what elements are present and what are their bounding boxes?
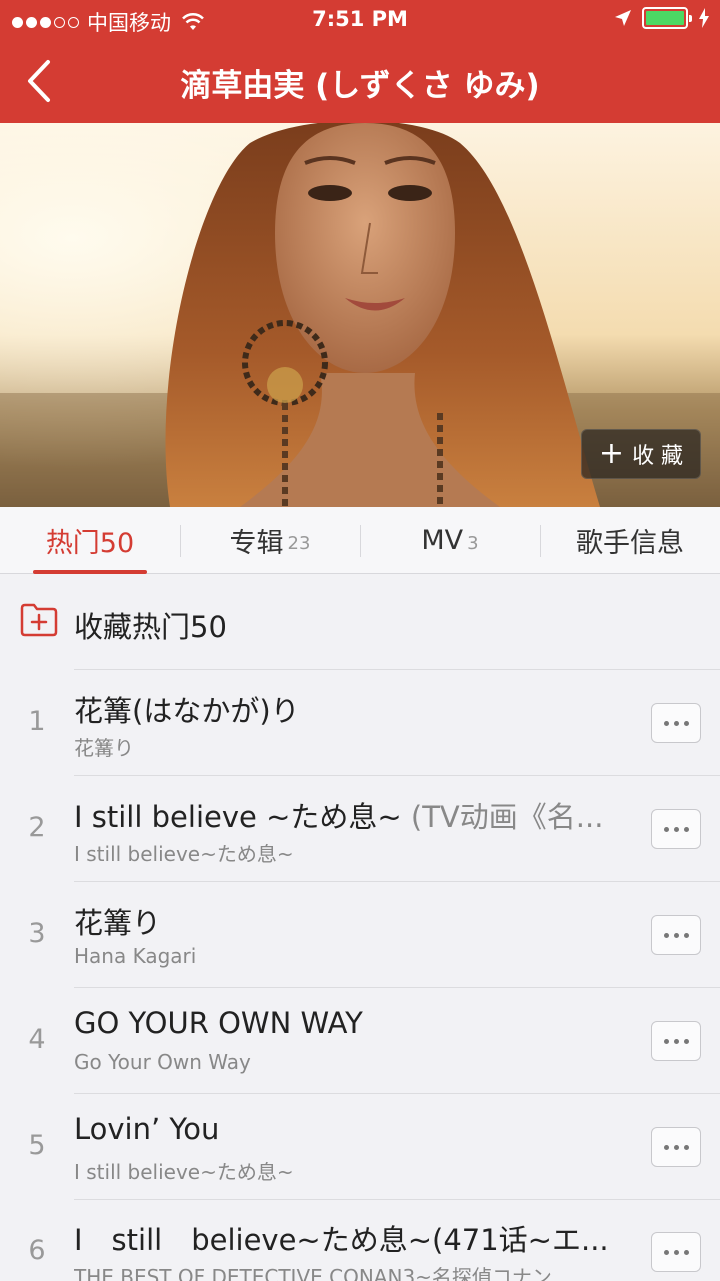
song-index: 2 <box>28 812 46 843</box>
more-options-button[interactable] <box>651 1127 701 1167</box>
tab-hot50-label: 热门50 <box>45 527 135 559</box>
song-title: 花篝(はなかが)り <box>74 694 300 728</box>
song-subtitle: 花篝り <box>74 736 134 760</box>
song-index: 3 <box>28 918 46 949</box>
song-index: 1 <box>28 706 46 737</box>
artist-photo: + 收 藏 <box>0 123 720 507</box>
song-subtitle: I still believe~ため息~ <box>74 1160 294 1184</box>
back-chevron-icon[interactable] <box>22 56 62 106</box>
tab-artist-info-label: 歌手信息 <box>576 527 684 559</box>
tab-mv-label: MV <box>421 524 464 556</box>
song-title: I still believe~ため息~(471话~エ... <box>74 1223 609 1257</box>
status-bar: 中国移动 7:51 PM <box>0 0 720 40</box>
song-index: 4 <box>28 1024 46 1055</box>
favorite-artist-label: 收 藏 <box>632 444 684 469</box>
tab-hot50[interactable]: 热门50 <box>0 507 180 574</box>
song-title: 花篝り <box>74 906 162 940</box>
favorite-artist-button[interactable]: + 收 藏 <box>581 429 701 479</box>
more-options-button[interactable] <box>651 1232 701 1272</box>
collect-hot50-label: 收藏热门50 <box>74 610 227 644</box>
song-title: Lovin’ You <box>74 1112 220 1146</box>
page-title: 滴草由実 (しずくさ ゆみ) <box>180 68 540 104</box>
battery-icon <box>642 7 692 29</box>
song-row[interactable]: 5 Lovin’ You I still believe~ため息~ <box>0 1094 720 1200</box>
wifi-icon <box>182 13 204 30</box>
add-folder-icon <box>20 603 58 637</box>
song-row[interactable]: 6 I still believe~ため息~(471话~エ... THE BES… <box>0 1199 720 1281</box>
song-subtitle: I still believe~ため息~ <box>74 842 294 866</box>
collect-hot50-row[interactable]: 收藏热门50 <box>0 574 720 670</box>
tab-mv-count: 3 <box>467 532 479 554</box>
song-row[interactable]: 3 花篝り Hana Kagari <box>0 882 720 988</box>
more-options-button[interactable] <box>651 1021 701 1061</box>
carrier-label: 中国移动 <box>87 11 171 35</box>
song-row[interactable]: 4 GO YOUR OWN WAY Go Your Own Way <box>0 988 720 1094</box>
more-options-button[interactable] <box>651 809 701 849</box>
plus-icon: + <box>598 436 625 471</box>
song-index: 5 <box>28 1130 46 1161</box>
song-subtitle: Hana Kagari <box>74 944 197 968</box>
location-arrow-icon <box>615 10 631 26</box>
tab-albums-count: 23 <box>287 532 311 554</box>
song-title: I still believe ~ため息~ (TV动画《名... <box>74 800 604 834</box>
tab-albums-label: 专辑 <box>229 527 284 559</box>
song-row[interactable]: 1 花篝(はなかが)り 花篝り <box>0 670 720 776</box>
song-subtitle: THE BEST OF DETECTIVE CONAN3~名探偵コナン... <box>74 1265 571 1281</box>
nav-bar: 滴草由実 (しずくさ ゆみ) <box>0 40 720 123</box>
song-row[interactable]: 2 I still believe ~ため息~ (TV动画《名... I sti… <box>0 776 720 882</box>
song-index: 6 <box>28 1235 46 1266</box>
tab-mv[interactable]: MV 3 <box>360 507 540 573</box>
more-options-button[interactable] <box>651 915 701 955</box>
charging-bolt-icon <box>699 8 709 28</box>
artist-tabs: 热门50 专辑 23 MV 3 歌手信息 <box>0 507 720 574</box>
song-title: GO YOUR OWN WAY <box>74 1006 363 1040</box>
signal-strength-icon <box>12 16 79 28</box>
song-subtitle: Go Your Own Way <box>74 1050 251 1074</box>
more-options-button[interactable] <box>651 703 701 743</box>
tab-albums[interactable]: 专辑 23 <box>180 507 360 573</box>
tab-artist-info[interactable]: 歌手信息 <box>540 507 720 573</box>
